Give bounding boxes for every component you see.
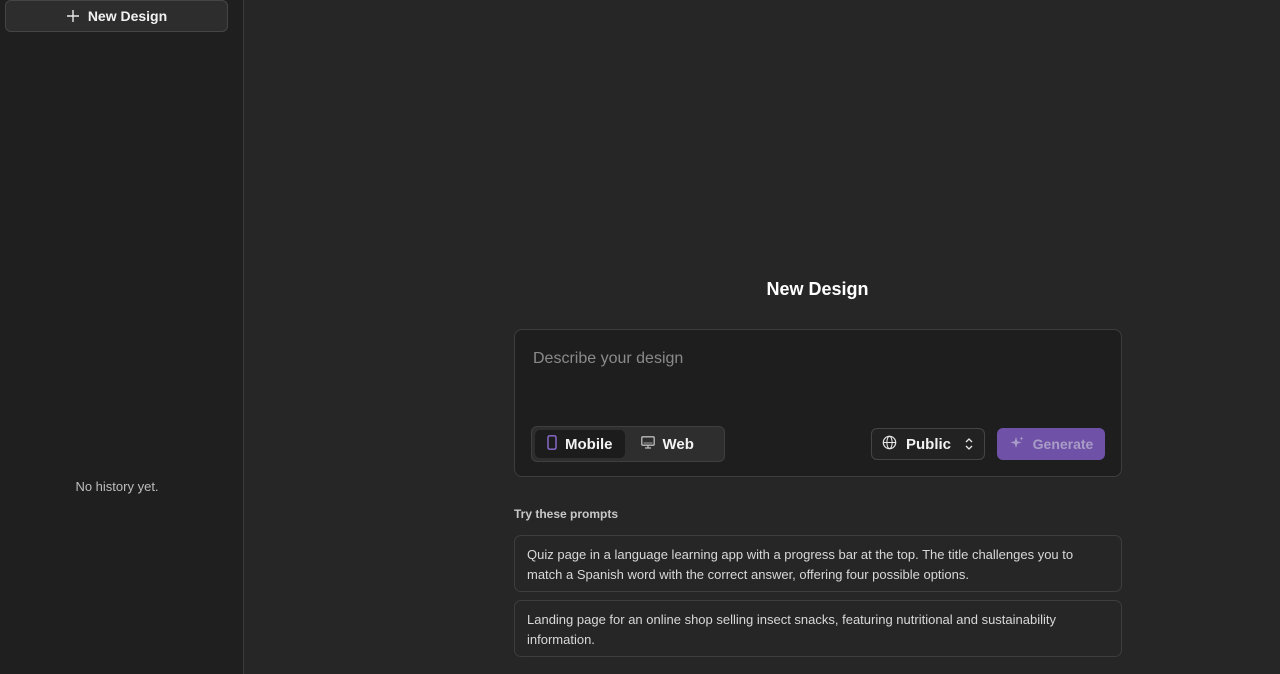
visibility-select[interactable]: Public xyxy=(871,428,985,460)
generate-button[interactable]: Generate xyxy=(997,428,1105,460)
new-design-button-label: New Design xyxy=(87,8,168,24)
globe-icon xyxy=(882,435,897,454)
monitor-icon xyxy=(640,435,655,453)
generate-button-label: Generate xyxy=(1032,436,1094,452)
prompt-suggestion[interactable]: Quiz page in a language learning app wit… xyxy=(514,535,1122,592)
new-design-button[interactable]: New Design xyxy=(5,0,228,32)
device-option-web[interactable]: Web xyxy=(629,430,706,458)
app-root: New Design No history yet. New Design Mo… xyxy=(0,0,1280,674)
prompts-heading: Try these prompts xyxy=(514,507,619,521)
device-option-mobile[interactable]: Mobile xyxy=(535,430,625,458)
sparkle-icon xyxy=(1009,435,1025,454)
empty-history-text: No history yet. xyxy=(75,479,159,494)
main-panel: New Design Mobile Web xyxy=(245,0,1280,674)
design-composer: Mobile Web Public xyxy=(514,329,1122,477)
sidebar: New Design No history yet. xyxy=(0,0,244,674)
device-option-label: Web xyxy=(662,435,694,453)
chevron-up-down-icon xyxy=(964,436,974,452)
device-option-label: Mobile xyxy=(565,435,613,453)
plus-icon xyxy=(66,9,80,23)
design-description-input[interactable] xyxy=(531,348,1101,408)
page-title: New Design xyxy=(766,279,869,299)
visibility-label: Public xyxy=(906,435,952,453)
device-toggle: Mobile Web xyxy=(531,426,725,462)
phone-icon xyxy=(547,434,557,454)
prompt-suggestion[interactable]: Landing page for an online shop selling … xyxy=(514,600,1122,657)
